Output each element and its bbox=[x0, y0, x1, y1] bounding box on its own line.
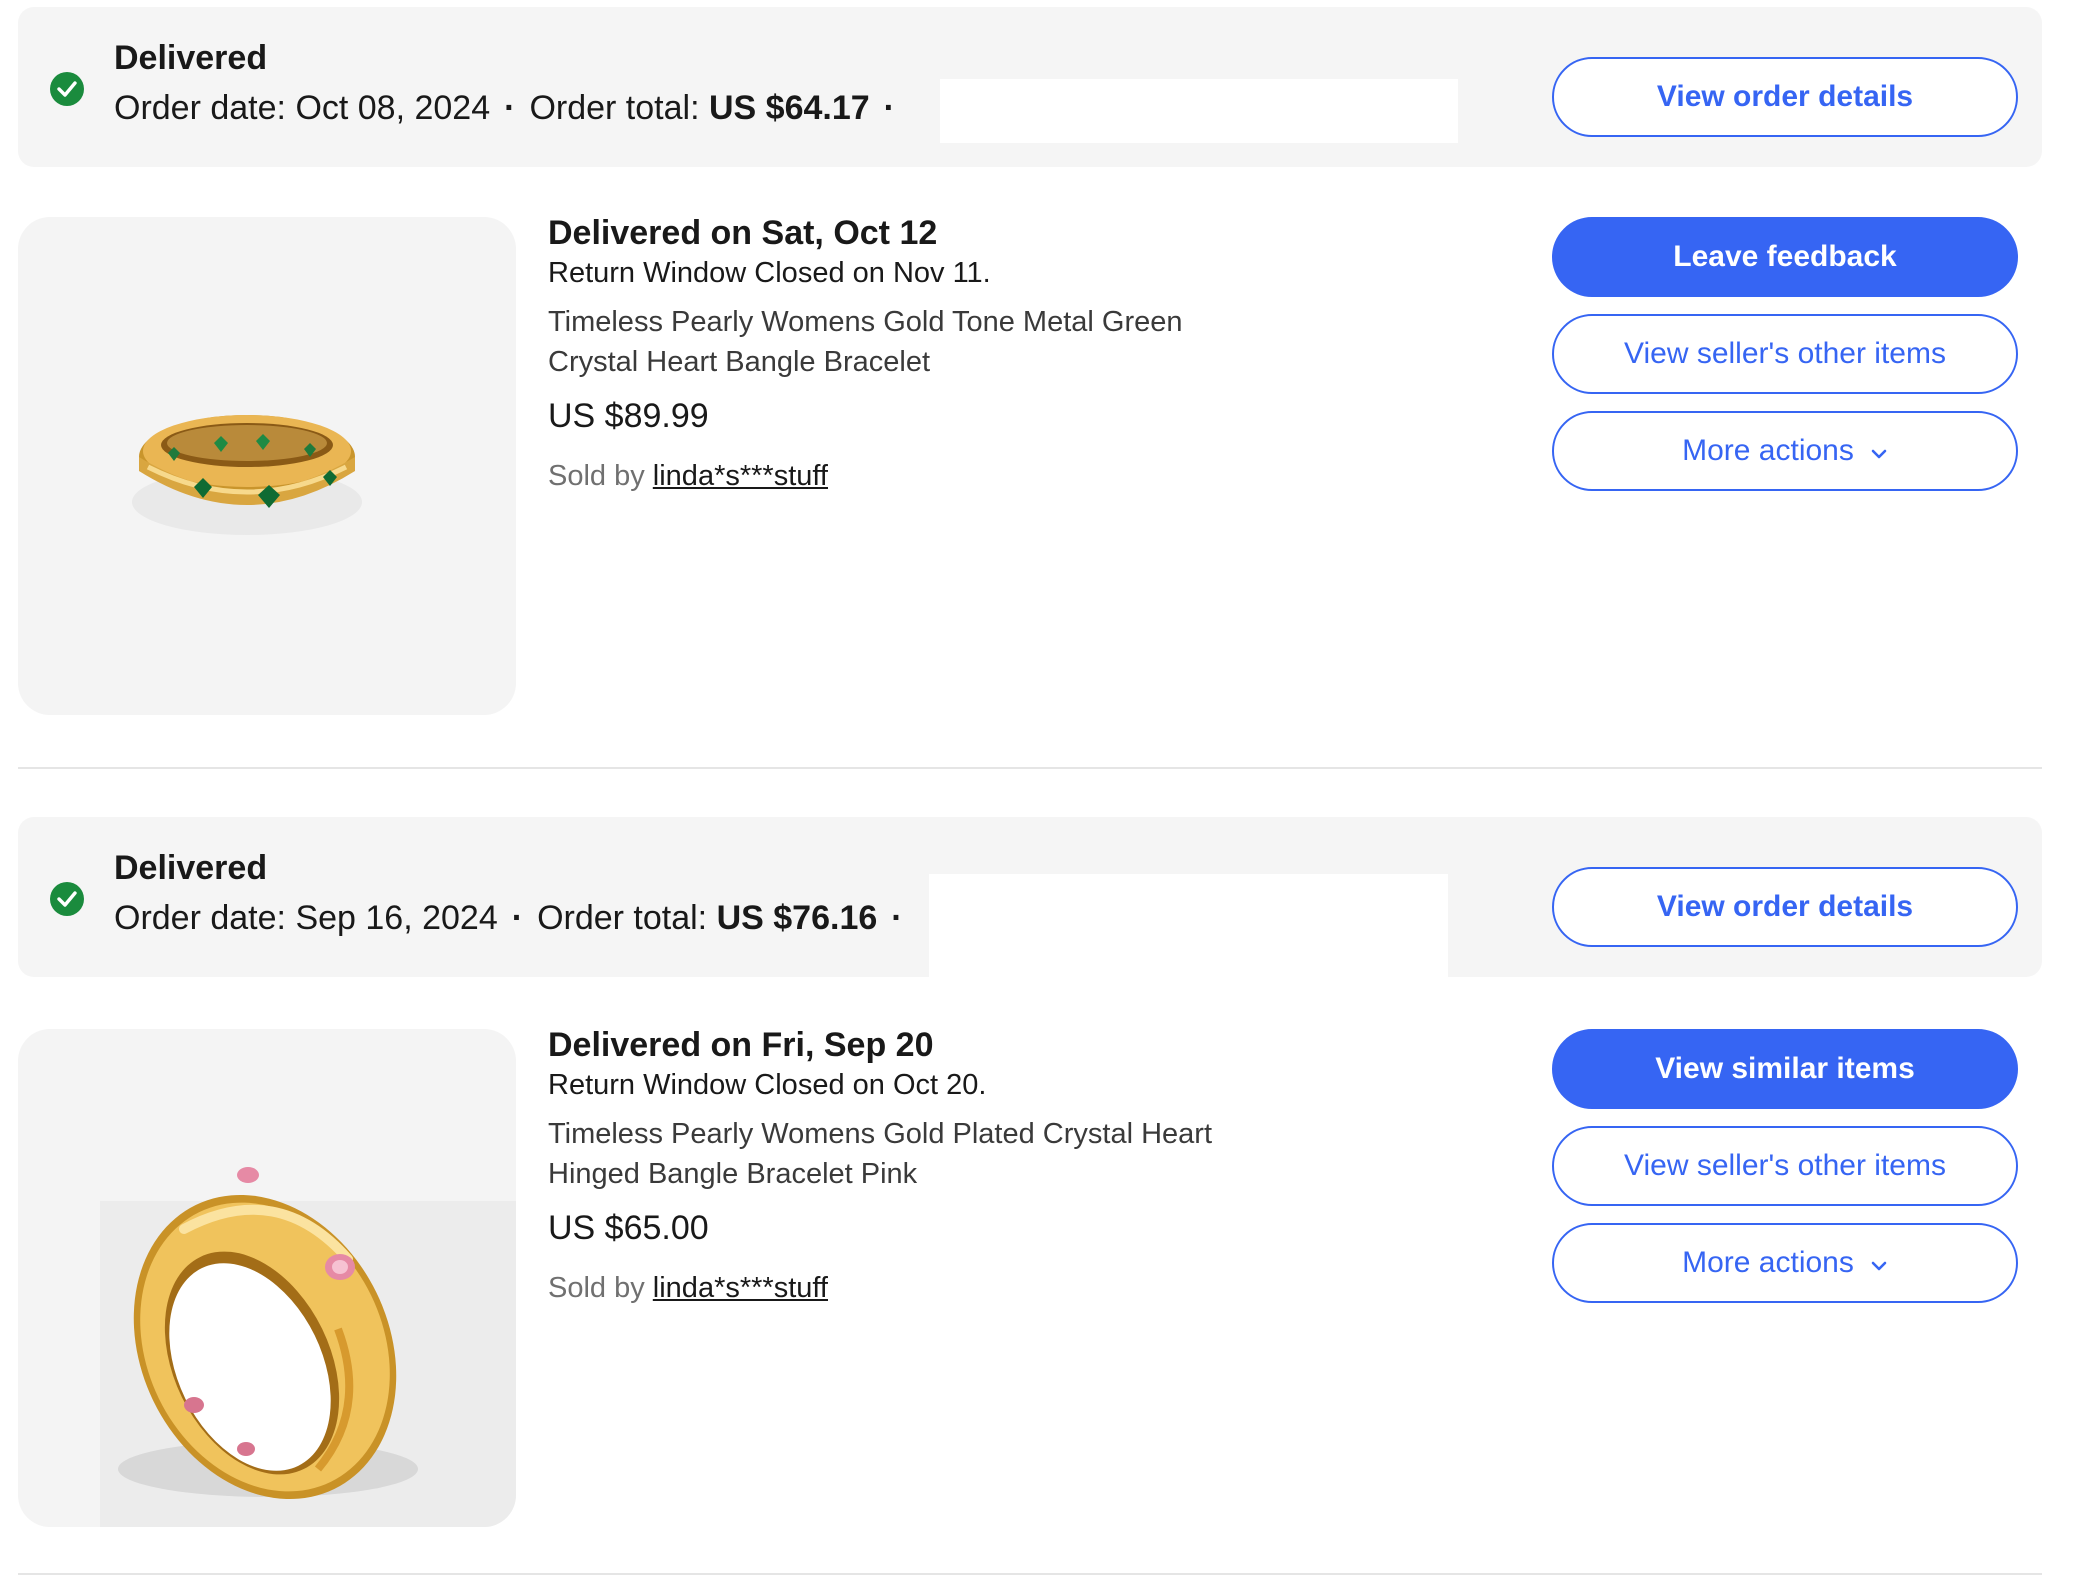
order-status: Delivered bbox=[114, 39, 268, 77]
order-total-label: Order total: bbox=[529, 89, 700, 127]
order-header: Delivered Order date: Oct 08, 2024 · Order… bbox=[18, 7, 2042, 167]
view-similar-items-button[interactable]: View similar items bbox=[1552, 1029, 2018, 1109]
order-date: Sep 16, 2024 bbox=[295, 899, 498, 937]
order-divider bbox=[18, 767, 2042, 769]
order-date-label: Order date: bbox=[114, 89, 286, 127]
sold-by-label: Sold by bbox=[548, 1272, 645, 1304]
redacted-field bbox=[929, 874, 1448, 977]
seller-link[interactable]: linda*s***stuff bbox=[653, 460, 828, 492]
order-status: Delivered bbox=[114, 849, 268, 887]
product-image[interactable] bbox=[18, 217, 516, 715]
item-price: US $65.00 bbox=[548, 1209, 709, 1247]
product-image[interactable] bbox=[18, 1029, 516, 1527]
order-divider bbox=[18, 1573, 2042, 1575]
return-window: Return Window Closed on Oct 20. bbox=[548, 1069, 987, 1101]
chevron-down-icon bbox=[1870, 434, 1888, 468]
view-seller-items-button[interactable]: View seller's other items bbox=[1552, 314, 2018, 394]
separator-dot: · bbox=[891, 899, 903, 937]
more-actions-button[interactable]: More actions bbox=[1552, 1223, 2018, 1303]
separator-dot: · bbox=[883, 89, 895, 127]
order-date-label: Order date: bbox=[114, 899, 286, 937]
view-order-details-button[interactable]: View order details bbox=[1552, 867, 2018, 947]
sold-by: Sold by linda*s***stuff bbox=[548, 460, 828, 493]
view-seller-items-button[interactable]: View seller's other items bbox=[1552, 1126, 2018, 1206]
separator-dot: · bbox=[511, 899, 524, 937]
product-title-link[interactable]: Timeless Pearly Womens Gold Plated Cryst… bbox=[548, 1114, 1248, 1194]
more-actions-button[interactable]: More actions bbox=[1552, 411, 2018, 491]
order-date: Oct 08, 2024 bbox=[295, 89, 491, 127]
order-meta: Order date: Sep 16, 2024 · Order total: US… bbox=[114, 899, 917, 938]
leave-feedback-button[interactable]: Leave feedback bbox=[1552, 217, 2018, 297]
order-total: US $76.16 bbox=[716, 899, 878, 937]
order-total-label: Order total: bbox=[537, 899, 708, 937]
separator-dot: · bbox=[504, 89, 516, 127]
return-window: Return Window Closed on Nov 11. bbox=[548, 257, 991, 289]
check-circle-icon bbox=[50, 72, 84, 106]
bangle-green-image bbox=[132, 415, 362, 535]
view-order-details-button[interactable]: View order details bbox=[1552, 57, 2018, 137]
product-title-link[interactable]: Timeless Pearly Womens Gold Tone Metal G… bbox=[548, 302, 1248, 382]
order-header: Delivered Order date: Sep 16, 2024 · Order… bbox=[18, 817, 2042, 977]
seller-link[interactable]: linda*s***stuff bbox=[653, 1272, 828, 1304]
more-actions-label: More actions bbox=[1682, 434, 1854, 467]
more-actions-label: More actions bbox=[1682, 1246, 1854, 1279]
order-total: US $64.17 bbox=[708, 89, 870, 127]
redacted-field bbox=[940, 79, 1458, 143]
order-meta: Order date: Oct 08, 2024 · Order total: US… bbox=[114, 89, 909, 128]
delivery-date: Delivered on Sat, Oct 12 bbox=[548, 214, 938, 252]
sold-by-label: Sold by bbox=[548, 460, 645, 492]
bangle-pink-image bbox=[100, 1167, 516, 1527]
delivery-date: Delivered on Fri, Sep 20 bbox=[548, 1026, 934, 1064]
check-circle-icon bbox=[50, 882, 84, 916]
item-price: US $89.99 bbox=[548, 397, 709, 435]
sold-by: Sold by linda*s***stuff bbox=[548, 1272, 828, 1305]
chevron-down-icon bbox=[1870, 1246, 1888, 1280]
